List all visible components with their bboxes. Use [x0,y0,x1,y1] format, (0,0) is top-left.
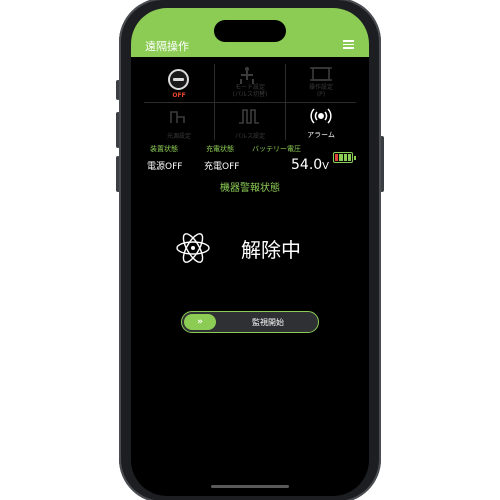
status-row: 装置状態 電源OFF 充電状態 充電OFF バッテリー電圧 54.0V [144,143,356,179]
control-grid: OFF モード設定 (パルス切替) 操作設定 (P) 光源設定 パルス設定 アラ… [144,62,356,142]
mode-setting-label: モード設定 (パルス切替) [232,84,268,98]
alarm-status-title: 機器警報状態 [220,183,280,194]
pulse-setting-button[interactable]: パルス設定 [215,103,285,143]
pulse-icon [239,109,259,124]
atom-icon [176,233,210,263]
device-status-value: 電源OFF [147,162,183,172]
alarm-label: アラーム [307,131,335,139]
slider-label: 監視開始 [252,318,284,327]
slider-handle[interactable]: » [184,314,216,330]
charge-status-label: 充電状態 [206,145,234,153]
battery-icon [333,152,356,163]
battery-voltage-label: バッテリー電圧 [252,145,301,153]
operation-setting-button[interactable]: 操作設定 (P) [286,62,356,102]
page-title: 遠隔操作 [145,40,189,53]
app-header: 遠隔操作 [131,8,369,57]
operation-setting-label: 操作設定 (P) [308,84,333,98]
charge-status-value: 充電OFF [204,162,240,172]
power-button[interactable]: OFF [144,62,214,102]
monitoring-start-slider[interactable]: » 監視開始 [181,311,319,333]
phone-screen: 遠隔操作 OFF モード設定 (パルス切替) 操作設定 (P) 光源設定 パルス… [131,8,369,496]
illumination-setting-button[interactable]: 光源設定 [144,103,214,143]
device-status-label: 装置状態 [150,145,178,153]
alarm-button[interactable]: アラーム [286,103,356,143]
mode-setting-button[interactable]: モード設定 (パルス切替) [215,62,285,102]
illumination-icon [170,111,185,123]
power-icon [168,69,189,90]
pulse-setting-label: パルス設定 [234,133,265,140]
dynamic-island [214,20,286,42]
menu-icon[interactable] [343,40,354,49]
home-indicator [211,485,289,488]
alarm-broadcast-icon [310,108,332,124]
alarm-state-text: 解除中 [241,238,301,262]
battery-voltage-value: 54.0V [291,157,330,173]
illumination-setting-label: 光源設定 [166,133,191,140]
power-state-label: OFF [172,92,186,99]
